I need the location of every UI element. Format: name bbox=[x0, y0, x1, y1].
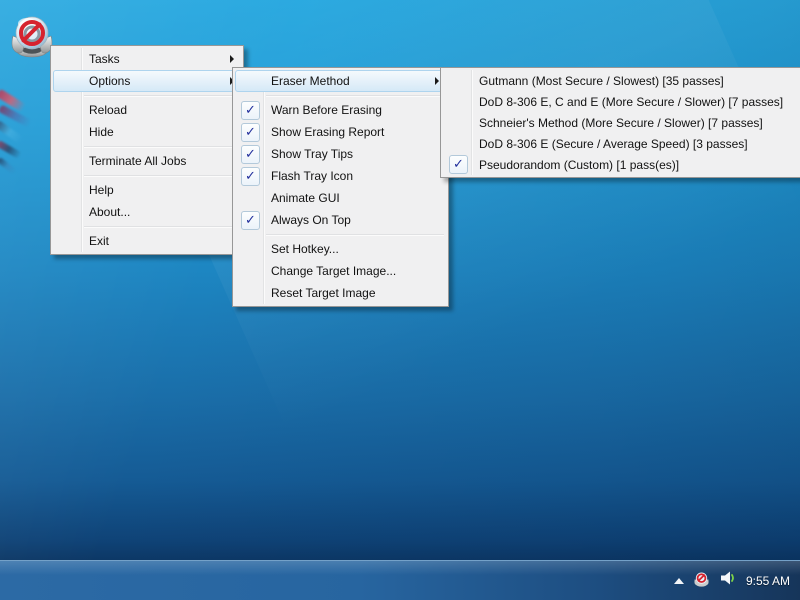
menu-item-label: Pseudorandom (Custom) [1 pass(es)] bbox=[479, 158, 679, 172]
menu-item-label: Show Erasing Report bbox=[271, 125, 384, 139]
menu-item-label: About... bbox=[89, 205, 130, 219]
menu-item-label: Gutmann (Most Secure / Slowest) [35 pass… bbox=[479, 74, 724, 88]
menu-item-label: DoD 8-306 E (Secure / Average Speed) [3 … bbox=[479, 137, 748, 151]
menu-item-show-tray-tips[interactable]: ✓ Show Tray Tips bbox=[235, 143, 446, 165]
taskbar: 9:55 AM bbox=[0, 560, 800, 600]
tray-context-menu: Tasks Options Reload Hide Terminate All Jobs… bbox=[50, 45, 244, 255]
menu-item-tasks[interactable]: Tasks bbox=[53, 48, 241, 70]
menu-item-label: Eraser Method bbox=[271, 74, 350, 88]
menu-item-label: Options bbox=[89, 74, 130, 88]
menu-item-label: Flash Tray Icon bbox=[271, 169, 353, 183]
menu-item-pseudorandom-custom-1-pass-es[interactable]: ✓ Pseudorandom (Custom) [1 pass(es)] bbox=[443, 154, 800, 175]
system-tray: 9:55 AM bbox=[674, 561, 794, 600]
menu-separator bbox=[84, 175, 239, 176]
menu-item-schneier-s-method-more-secure-slower-7-passes[interactable]: Schneier's Method (More Secure / Slower)… bbox=[443, 112, 800, 133]
checkmark-icon: ✓ bbox=[236, 167, 265, 186]
menu-item-label: Hide bbox=[89, 125, 114, 139]
menu-item-label: Animate GUI bbox=[271, 191, 340, 205]
menu-item-label: Show Tray Tips bbox=[271, 147, 353, 161]
menu-item-label: Reset Target Image bbox=[271, 286, 376, 300]
menu-item-warn-before-erasing[interactable]: ✓ Warn Before Erasing bbox=[235, 99, 446, 121]
menu-item-label: Always On Top bbox=[271, 213, 351, 227]
menu-item-change-target-image[interactable]: Change Target Image... bbox=[235, 260, 446, 282]
menu-item-label: Exit bbox=[89, 234, 109, 248]
menu-item-label: Reload bbox=[89, 103, 127, 117]
checkmark-icon: ✓ bbox=[236, 145, 265, 164]
menu-item-dod-8-306-e-secure-average-speed-3-passes[interactable]: DoD 8-306 E (Secure / Average Speed) [3 … bbox=[443, 133, 800, 154]
menu-item-about[interactable]: About... bbox=[53, 201, 241, 223]
menu-item-label: Tasks bbox=[89, 52, 120, 66]
menu-separator bbox=[266, 234, 444, 235]
eraser-method-submenu: Gutmann (Most Secure / Slowest) [35 pass… bbox=[440, 67, 800, 178]
menu-item-label: Set Hotkey... bbox=[271, 242, 339, 256]
menu-separator bbox=[84, 95, 239, 96]
menu-item-eraser-method[interactable]: Eraser Method bbox=[235, 70, 446, 92]
menu-item-exit[interactable]: Exit bbox=[53, 230, 241, 252]
menu-item-label: Warn Before Erasing bbox=[271, 103, 382, 117]
eraser-tray-icon[interactable] bbox=[693, 570, 710, 592]
menu-item-dod-8-306-e-c-and-e-more-secure-slower-7-passes[interactable]: DoD 8-306 E, C and E (More Secure / Slow… bbox=[443, 91, 800, 112]
menu-item-animate-gui[interactable]: Animate GUI bbox=[235, 187, 446, 209]
submenu-arrow-icon bbox=[435, 77, 439, 85]
menu-item-gutmann-most-secure-slowest-35-passes[interactable]: Gutmann (Most Secure / Slowest) [35 pass… bbox=[443, 70, 800, 91]
volume-icon[interactable] bbox=[719, 569, 737, 592]
menu-item-set-hotkey[interactable]: Set Hotkey... bbox=[235, 238, 446, 260]
show-hidden-icons-button[interactable] bbox=[674, 578, 684, 584]
eraser-logo-icon bbox=[8, 10, 56, 58]
eraser-app-icon[interactable] bbox=[8, 10, 56, 58]
menu-item-label: Change Target Image... bbox=[271, 264, 396, 278]
menu-item-flash-tray-icon[interactable]: ✓ Flash Tray Icon bbox=[235, 165, 446, 187]
menu-item-reload[interactable]: Reload bbox=[53, 99, 241, 121]
menu-item-terminate-all-jobs[interactable]: Terminate All Jobs bbox=[53, 150, 241, 172]
checkmark-icon: ✓ bbox=[444, 155, 473, 174]
menu-separator bbox=[84, 146, 239, 147]
checkmark-icon: ✓ bbox=[236, 211, 265, 230]
checkmark-icon: ✓ bbox=[236, 123, 265, 142]
menu-item-show-erasing-report[interactable]: ✓ Show Erasing Report bbox=[235, 121, 446, 143]
menu-item-label: DoD 8-306 E, C and E (More Secure / Slow… bbox=[479, 95, 783, 109]
checkmark-icon: ✓ bbox=[236, 101, 265, 120]
menu-item-hide[interactable]: Hide bbox=[53, 121, 241, 143]
submenu-arrow-icon bbox=[230, 55, 234, 63]
menu-item-label: Terminate All Jobs bbox=[89, 154, 186, 168]
menu-item-label: Schneier's Method (More Secure / Slower)… bbox=[479, 116, 763, 130]
menu-item-label: Help bbox=[89, 183, 114, 197]
menu-item-options[interactable]: Options bbox=[53, 70, 241, 92]
menu-item-always-on-top[interactable]: ✓ Always On Top bbox=[235, 209, 446, 231]
desktop: Tasks Options Reload Hide Terminate All Jobs… bbox=[0, 0, 800, 600]
menu-item-reset-target-image[interactable]: Reset Target Image bbox=[235, 282, 446, 304]
taskbar-clock[interactable]: 9:55 AM bbox=[746, 574, 794, 588]
options-submenu: Eraser Method ✓ Warn Before Erasing ✓ Show E… bbox=[232, 67, 449, 307]
menu-item-help[interactable]: Help bbox=[53, 179, 241, 201]
menu-separator bbox=[266, 95, 444, 96]
menu-separator bbox=[84, 226, 239, 227]
